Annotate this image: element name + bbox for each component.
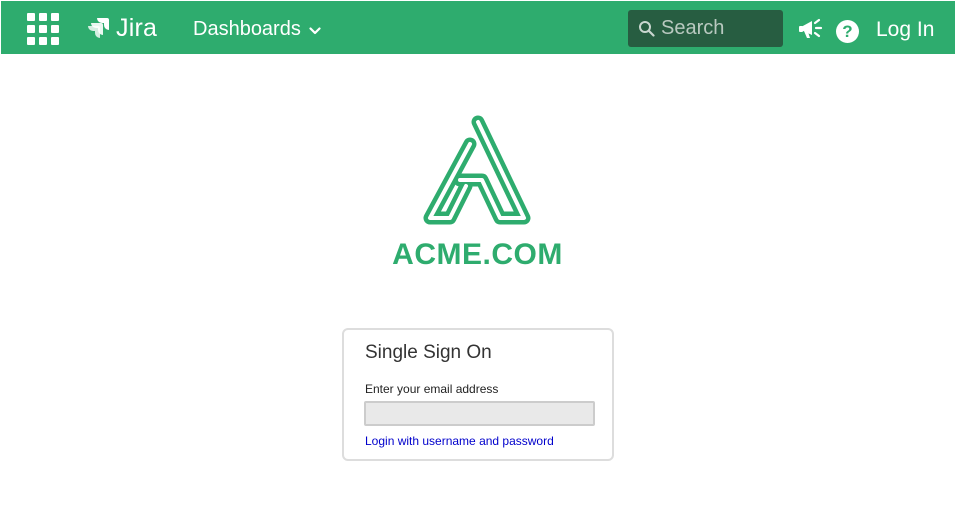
jira-logo-icon xyxy=(88,18,109,38)
search-input[interactable] xyxy=(661,17,771,40)
dashboards-menu[interactable]: Dashboards xyxy=(193,16,321,42)
megaphone-icon[interactable] xyxy=(798,17,824,41)
login-link[interactable]: Log In xyxy=(876,18,934,42)
app-name: Jira xyxy=(116,13,158,42)
help-icon[interactable]: ? xyxy=(836,20,859,43)
acme-logo-icon xyxy=(423,115,531,225)
dashboards-label: Dashboards xyxy=(193,17,301,40)
email-label: Enter your email address xyxy=(365,382,499,396)
sso-card: Single Sign On Enter your email address … xyxy=(342,328,614,461)
app-switcher-icon[interactable] xyxy=(27,13,59,45)
brand-name: ACME.COM xyxy=(392,238,563,271)
sso-title: Single Sign On xyxy=(365,342,492,363)
top-navigation-bar: Jira Dashboards ? Log In xyxy=(1,1,955,54)
help-glyph: ? xyxy=(842,21,853,41)
chevron-down-icon xyxy=(309,27,321,35)
jira-home-link[interactable]: Jira xyxy=(88,13,158,42)
search-box[interactable] xyxy=(628,10,783,47)
username-password-login-link[interactable]: Login with username and password xyxy=(365,434,554,448)
search-icon xyxy=(639,21,655,37)
email-field[interactable] xyxy=(364,401,595,426)
